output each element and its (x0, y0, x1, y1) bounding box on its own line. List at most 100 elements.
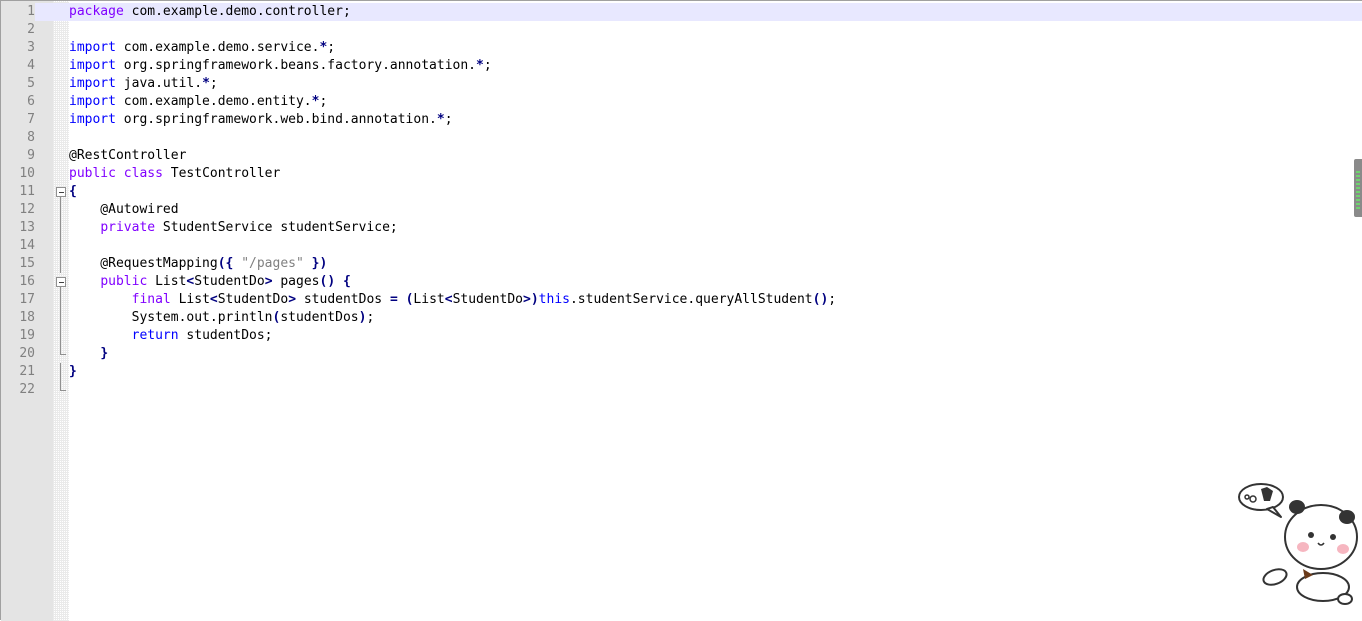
code-keyword: public (100, 274, 148, 289)
scrollbar-thumb[interactable] (1354, 159, 1362, 217)
code-text[interactable]: final List<StudentDo> studentDos = (List… (69, 291, 836, 309)
line-number: 2 (27, 22, 35, 37)
code-operator: ({ (217, 256, 234, 271)
code-text[interactable]: import org.springframework.web.bind.anno… (69, 111, 453, 129)
code-keyword: import (69, 58, 116, 73)
line-number: 18 (19, 310, 35, 325)
fold-guide (55, 21, 67, 39)
code-text[interactable]: import java.util.*; (69, 75, 218, 93)
code-line[interactable]: 4 import org.springframework.beans.factor… (1, 57, 1362, 75)
code-token: StudentService studentService; (155, 220, 398, 235)
fold-guide (55, 93, 67, 111)
code-editor[interactable]: 1 package com.example.demo.controller; 2 3 i… (0, 0, 1362, 621)
code-text[interactable]: return studentDos; (69, 327, 273, 345)
code-line[interactable]: 22 (1, 381, 1362, 399)
code-text[interactable]: import org.springframework.beans.factory… (69, 57, 492, 75)
code-line[interactable]: 2 (1, 21, 1362, 39)
code-line[interactable]: 20 } (1, 345, 1362, 363)
line-number: 22 (19, 382, 35, 397)
code-operator: { (342, 274, 351, 289)
line-number: 1 (1, 3, 35, 21)
line-number: 3 (27, 40, 35, 55)
line-number: 11 (19, 184, 35, 199)
code-keyword: import (69, 76, 116, 91)
code-token: TestController (162, 166, 281, 181)
code-token: ; (444, 112, 453, 127)
code-text[interactable]: } (69, 363, 77, 381)
code-keyword: import (69, 40, 116, 55)
fold-guide (55, 39, 67, 57)
code-text[interactable]: System.out.println(studentDos); (69, 309, 375, 327)
code-line[interactable]: 11 { (1, 183, 1362, 201)
code-line[interactable]: 13 private StudentService studentService… (1, 219, 1362, 237)
code-token: studentDos; (178, 328, 273, 343)
code-text[interactable]: @Autowired (69, 201, 179, 219)
panda-mascot-icon (1238, 483, 1358, 605)
code-token: ; (327, 40, 336, 55)
code-text[interactable]: } (69, 345, 108, 363)
code-operator: }) (311, 256, 328, 271)
code-text[interactable]: @RequestMapping({ "/pages" }) (69, 255, 327, 273)
code-token: List (170, 292, 210, 307)
code-token: ; (483, 58, 492, 73)
code-token: List (413, 292, 445, 307)
code-line[interactable]: 14 (1, 237, 1362, 255)
line-number: 8 (27, 130, 35, 145)
line-number: 10 (19, 166, 35, 181)
fold-guide (55, 111, 67, 129)
code-line[interactable]: 1 package com.example.demo.controller; (1, 3, 1362, 21)
code-text[interactable]: public class TestController (69, 165, 280, 183)
code-operator: >) (523, 292, 539, 307)
fold-guide (55, 75, 67, 93)
code-line[interactable]: 15 @RequestMapping({ "/pages" }) (1, 255, 1362, 273)
code-line[interactable]: 6 import com.example.demo.entity.*; (1, 93, 1362, 111)
fold-guide (55, 291, 67, 309)
line-number: 17 (19, 292, 35, 307)
line-number: 14 (19, 238, 35, 253)
code-area[interactable]: 1 package com.example.demo.controller; 2 3 i… (1, 3, 1362, 399)
code-keyword: public (69, 166, 116, 181)
code-operator: { (69, 184, 77, 199)
code-token: @Autowired (69, 202, 179, 217)
code-text[interactable]: private StudentService studentService; (69, 219, 398, 237)
fold-minus-icon[interactable] (55, 273, 67, 291)
code-line[interactable]: 3 import com.example.demo.service.*; (1, 39, 1362, 57)
code-token: org.springframework.web.bind.annotation. (115, 112, 437, 127)
code-token: List (147, 274, 187, 289)
code-text[interactable]: import com.example.demo.service.*; (69, 39, 335, 57)
code-token: com.example.demo.service. (115, 40, 320, 55)
code-line[interactable]: 10 public class TestController (1, 165, 1362, 183)
code-line[interactable]: 7 import org.springframework.web.bind.ann… (1, 111, 1362, 129)
code-keyword: import (69, 94, 116, 109)
code-text[interactable]: public List<StudentDo> pages() { (69, 273, 351, 291)
code-token: pages (272, 274, 320, 289)
code-line[interactable]: 5 import java.util.*; (1, 75, 1362, 93)
code-line[interactable]: 21} (1, 363, 1362, 381)
code-line[interactable]: 18 System.out.println(studentDos); (1, 309, 1362, 327)
fold-guide (55, 255, 67, 273)
code-text[interactable]: package com.example.demo.controller; (69, 3, 351, 21)
line-number: 16 (19, 274, 35, 289)
code-text[interactable]: @RestController (69, 147, 186, 165)
code-keyword: package (69, 4, 124, 19)
code-line[interactable]: 8 (1, 129, 1362, 147)
line-number: 13 (19, 220, 35, 235)
code-line[interactable]: 12 @Autowired (1, 201, 1362, 219)
code-line[interactable]: 9 @RestController (1, 147, 1362, 165)
fold-guide (55, 237, 67, 255)
code-text[interactable]: import com.example.demo.entity.*; (69, 93, 327, 111)
code-line[interactable]: 19 return studentDos; (1, 327, 1362, 345)
code-line[interactable]: 16 public List<StudentDo> pages() { (1, 273, 1362, 291)
code-string: "/pages" (241, 256, 304, 271)
fold-minus-icon[interactable] (55, 183, 67, 201)
code-token: com.example.demo.controller; (123, 4, 351, 19)
code-operator: () (319, 274, 336, 289)
code-text[interactable]: { (69, 183, 77, 201)
code-token: org.springframework.beans.factory.annota… (115, 58, 476, 73)
line-number: 12 (19, 202, 35, 217)
code-line[interactable]: 17 final List<StudentDo> studentDos = (L… (1, 291, 1362, 309)
